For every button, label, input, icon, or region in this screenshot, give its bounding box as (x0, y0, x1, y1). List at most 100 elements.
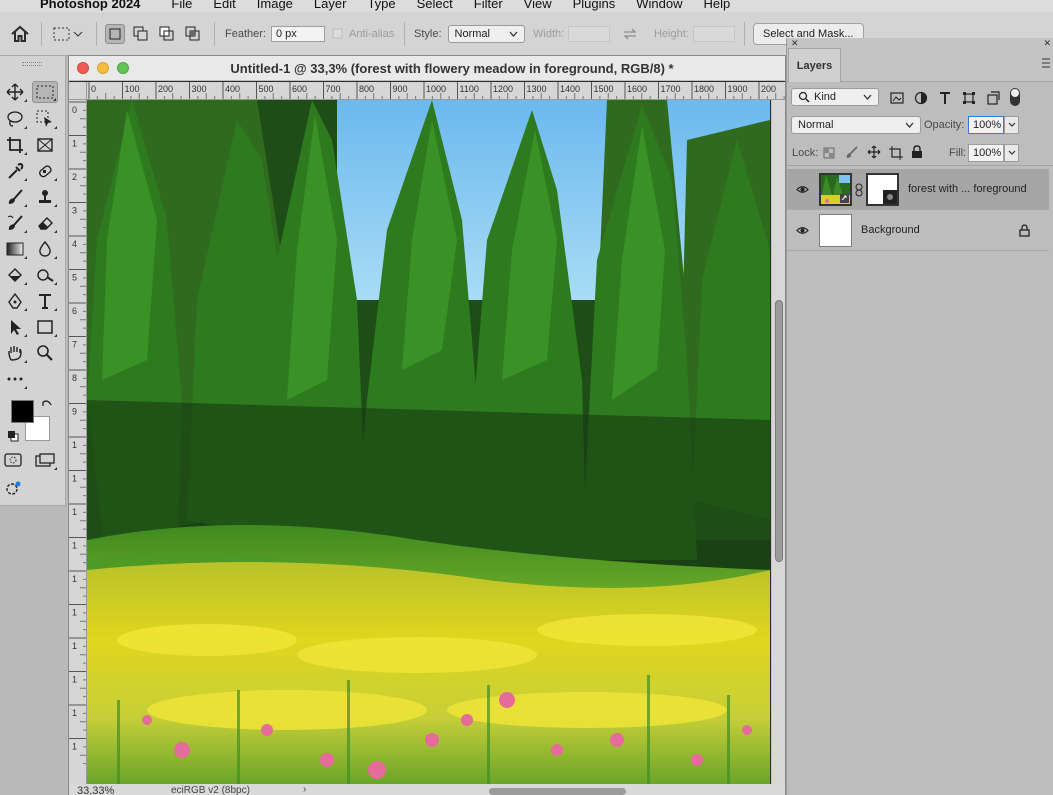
edit-toolbar-button[interactable] (2, 368, 28, 390)
panel-grip[interactable] (22, 62, 42, 66)
height-input[interactable] (692, 26, 735, 42)
menu-view[interactable]: View (524, 0, 552, 11)
fill-dropdown[interactable] (1004, 144, 1019, 162)
smudge-tool[interactable] (32, 264, 58, 286)
eye-icon[interactable] (796, 224, 809, 237)
shape-filter-icon[interactable] (962, 91, 976, 105)
crop-tool[interactable] (2, 134, 28, 156)
vertical-scrollbar[interactable] (771, 100, 785, 784)
home-button[interactable] (9, 12, 31, 56)
menu-plugins[interactable]: Plugins (573, 0, 616, 11)
dodge-tool[interactable] (2, 264, 28, 286)
intersect-selection-button[interactable] (183, 24, 203, 44)
ruler-label: 600 (292, 84, 307, 94)
opacity-dropdown[interactable] (1004, 116, 1019, 134)
rectangle-tool[interactable] (32, 316, 58, 338)
screen-mode-button[interactable] (32, 449, 58, 471)
new-selection-button[interactable] (105, 24, 125, 44)
status-menu-arrow-icon[interactable]: › (303, 784, 306, 795)
collapse-panel-icon[interactable]: ✕ (1043, 38, 1051, 49)
marquee-icon (36, 85, 54, 99)
add-to-selection-button[interactable] (131, 24, 151, 44)
hand-tool[interactable] (2, 342, 28, 364)
lock-position-icon[interactable] (867, 145, 881, 159)
lock-image-brush-icon[interactable] (845, 146, 859, 160)
path-selection-tool[interactable] (2, 316, 28, 338)
layer-name[interactable]: Background (861, 224, 920, 236)
menu-app-name[interactable]: Photoshop 2024 (40, 0, 140, 11)
lock-transparent-icon[interactable] (823, 147, 835, 159)
layer-row-background[interactable]: Background (787, 210, 1049, 251)
pixel-filter-icon[interactable] (890, 92, 904, 104)
type-filter-icon[interactable] (938, 91, 952, 105)
object-selection-tool[interactable] (32, 108, 58, 130)
vertical-ruler[interactable]: 0 1 2 3 4 5 6 7 8 9 1 1 1 1 1 1 1 1 1 1 (69, 100, 87, 784)
zoom-level[interactable]: 33,33% (77, 785, 114, 795)
default-colors-button[interactable] (7, 430, 19, 445)
layer-mask-thumbnail[interactable] (866, 173, 899, 206)
clone-stamp-tool[interactable] (32, 186, 58, 208)
ruler-label: 1 (72, 641, 77, 651)
history-brush-tool[interactable] (2, 212, 28, 234)
swap-colors-button[interactable] (40, 398, 54, 415)
move-tool[interactable] (2, 81, 28, 103)
lasso-tool[interactable] (2, 108, 28, 130)
subtract-selection-button[interactable] (157, 24, 177, 44)
hand-icon (8, 346, 22, 361)
ruler-origin[interactable] (69, 82, 87, 100)
style-select[interactable]: Normal (447, 25, 525, 43)
healing-brush-tool[interactable] (32, 160, 58, 182)
swap-arrows-icon (623, 28, 637, 40)
horizontal-ruler[interactable]: 0 100 200 300 400 500 600 700 800 900 1000 1100 1200… (87, 82, 785, 100)
eye-icon[interactable] (796, 183, 809, 196)
pen-tool[interactable] (2, 290, 28, 312)
menu-image[interactable]: Image (257, 0, 293, 11)
lock-icon[interactable] (1019, 224, 1030, 237)
layer-row-forest[interactable]: forest with ... foreground (787, 169, 1049, 210)
horizontal-scroll-thumb[interactable] (489, 788, 626, 795)
feather-input[interactable]: 0 px (270, 26, 325, 42)
mask-link-icon[interactable] (855, 183, 863, 197)
frame-tool[interactable] (32, 134, 58, 156)
tool-preset-picker[interactable] (51, 12, 83, 56)
layer-thumbnail[interactable] (819, 214, 852, 247)
quick-mask-button[interactable] (0, 449, 26, 471)
width-input[interactable] (568, 26, 611, 42)
vertical-scroll-thumb[interactable] (775, 300, 783, 562)
zoom-tool[interactable] (32, 342, 58, 364)
brush-tool[interactable] (2, 186, 28, 208)
smart-object-filter-icon[interactable] (986, 91, 1000, 105)
filter-toggle[interactable] (1010, 88, 1020, 106)
panel-menu-icon[interactable] (1042, 58, 1050, 71)
menu-filter[interactable]: Filter (474, 0, 503, 11)
blend-mode-select[interactable]: Normal (791, 116, 921, 134)
generative-fill-button[interactable] (0, 478, 26, 500)
fill-input[interactable]: 100% (968, 144, 1004, 162)
lock-artboard-icon[interactable] (889, 146, 903, 160)
lock-all-icon[interactable] (911, 145, 923, 159)
checkbox-icon[interactable] (332, 28, 344, 40)
menu-window[interactable]: Window (636, 0, 682, 11)
opacity-input[interactable]: 100% (968, 116, 1004, 134)
menu-type[interactable]: Type (367, 0, 395, 11)
type-tool[interactable] (32, 290, 58, 312)
filter-kind-select[interactable]: Kind (791, 88, 879, 106)
rectangular-marquee-tool[interactable] (32, 81, 58, 103)
blur-tool[interactable] (32, 238, 58, 260)
ruler-label: 1 (72, 440, 77, 450)
tab-layers[interactable]: Layers (788, 48, 841, 82)
menu-layer[interactable]: Layer (314, 0, 347, 11)
gradient-tool[interactable] (2, 238, 28, 260)
menu-edit[interactable]: Edit (213, 0, 235, 11)
menu-file[interactable]: File (171, 0, 192, 11)
eyedropper-tool[interactable] (2, 160, 28, 182)
swap-dimensions-button[interactable] (622, 12, 638, 56)
menu-select[interactable]: Select (417, 0, 453, 11)
eraser-tool[interactable] (32, 212, 58, 234)
menu-help[interactable]: Help (704, 0, 731, 11)
foreground-color-swatch[interactable] (11, 400, 34, 423)
layer-name[interactable]: forest with ... foreground (908, 183, 1027, 195)
image-canvas[interactable] (87, 100, 770, 784)
adjustment-filter-icon[interactable] (914, 91, 928, 105)
layer-thumbnail[interactable] (819, 173, 852, 206)
